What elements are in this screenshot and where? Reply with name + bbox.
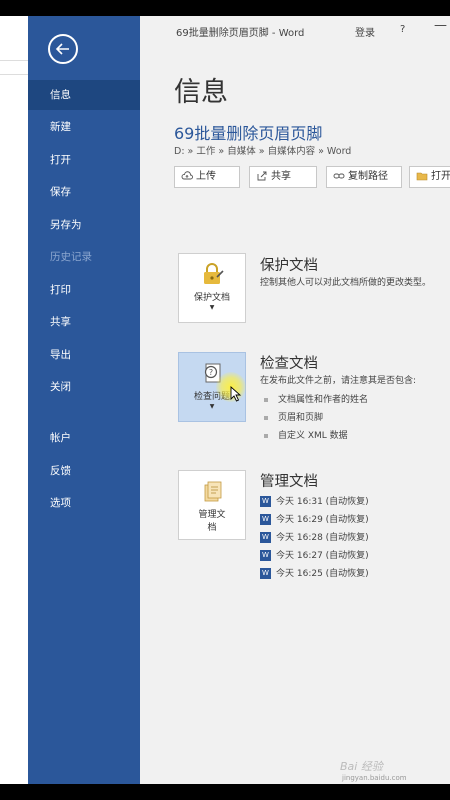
manage-document-tile[interactable]: 管理文 档 bbox=[178, 470, 246, 540]
svg-text:?: ? bbox=[209, 368, 213, 377]
minimize-button[interactable]: — bbox=[434, 18, 447, 33]
nav-save[interactable]: 保存 bbox=[28, 177, 140, 207]
inspect-bullet: 页眉和页脚 bbox=[264, 410, 323, 423]
autosave-version-item[interactable]: W 今天 16:28 (自动恢复) bbox=[260, 530, 369, 543]
inspect-description: 在发布此文件之前，请注意其是否包含: bbox=[260, 376, 417, 386]
inspect-bullet: 自定义 XML 数据 bbox=[264, 428, 348, 441]
manage-heading: 管理文档 bbox=[260, 474, 318, 490]
back-arrow-icon bbox=[55, 43, 69, 55]
top-black-bar bbox=[0, 0, 450, 16]
watermark-url: jingyan.baidu.com bbox=[342, 774, 407, 782]
share-button[interactable]: 共享 bbox=[249, 166, 317, 188]
nav-feedback[interactable]: 反馈 bbox=[28, 456, 140, 486]
doc-edge-line bbox=[0, 60, 28, 61]
word-doc-icon: W bbox=[260, 496, 271, 507]
autosave-version-item[interactable]: W 今天 16:25 (自动恢复) bbox=[260, 566, 369, 579]
word-doc-icon: W bbox=[260, 532, 271, 543]
nav-close[interactable]: 关闭 bbox=[28, 372, 140, 402]
autosave-version-item[interactable]: W 今天 16:29 (自动恢复) bbox=[260, 512, 369, 525]
open-folder-label: 打开 bbox=[431, 171, 450, 182]
copy-path-button[interactable]: 复制路径 bbox=[326, 166, 402, 188]
protect-description: 控制其他人可以对此文档所做的更改类型。 bbox=[260, 278, 432, 288]
nav-account[interactable]: 帐户 bbox=[28, 423, 140, 453]
autosave-version-item[interactable]: W 今天 16:27 (自动恢复) bbox=[260, 548, 369, 561]
copy-path-label: 复制路径 bbox=[348, 171, 388, 182]
nav-save-as[interactable]: 另存为 bbox=[28, 210, 140, 240]
mouse-cursor-icon bbox=[230, 386, 242, 402]
watermark: Bai 经验 bbox=[340, 760, 383, 773]
nav-export[interactable]: 导出 bbox=[28, 340, 140, 370]
upload-button[interactable]: 上传 bbox=[174, 166, 240, 188]
lock-icon bbox=[202, 262, 224, 286]
cloud-upload-icon bbox=[181, 170, 193, 182]
protect-document-tile[interactable]: 保护文档 ▼ bbox=[178, 253, 246, 323]
doc-edge-line bbox=[0, 74, 28, 75]
signin-link[interactable]: 登录 bbox=[355, 24, 375, 39]
word-doc-icon: W bbox=[260, 568, 271, 579]
help-button[interactable]: ? bbox=[400, 24, 405, 35]
inspect-bullet: 文档属性和作者的姓名 bbox=[264, 392, 368, 405]
document-edge bbox=[0, 16, 28, 784]
autosave-version-item[interactable]: W 今天 16:31 (自动恢复) bbox=[260, 494, 369, 507]
dropdown-caret-icon: ▼ bbox=[209, 304, 215, 311]
word-doc-icon: W bbox=[260, 550, 271, 561]
link-icon bbox=[333, 170, 345, 182]
inspect-heading: 检查文档 bbox=[260, 356, 318, 372]
nav-open[interactable]: 打开 bbox=[28, 145, 140, 175]
nav-print[interactable]: 打印 bbox=[28, 275, 140, 305]
share-icon bbox=[256, 170, 268, 182]
share-label: 共享 bbox=[271, 171, 291, 182]
page-title: 信息 bbox=[174, 77, 228, 108]
protect-heading: 保护文档 bbox=[260, 258, 318, 274]
nav-new[interactable]: 新建 bbox=[28, 112, 140, 142]
document-path[interactable]: D: » 工作 » 自媒体 » 自媒体内容 » Word bbox=[174, 143, 351, 157]
folder-icon bbox=[416, 170, 428, 182]
dropdown-caret-icon: ▼ bbox=[209, 403, 215, 410]
backstage-sidebar: 信息 新建 打开 保存 另存为 历史记录 打印 共享 导出 关闭 帐户 反馈 选… bbox=[28, 16, 140, 784]
upload-label: 上传 bbox=[196, 171, 216, 182]
bottom-black-bar bbox=[0, 784, 450, 800]
nav-share[interactable]: 共享 bbox=[28, 307, 140, 337]
word-doc-icon: W bbox=[260, 514, 271, 525]
manage-versions-icon bbox=[202, 479, 224, 503]
back-button[interactable] bbox=[48, 34, 78, 64]
protect-tile-label: 保护文档 bbox=[193, 293, 230, 303]
nav-info[interactable]: 信息 bbox=[28, 80, 140, 110]
document-name: 69批量删除页眉页脚 bbox=[174, 124, 323, 143]
manage-tile-label: 管理文 档 bbox=[198, 510, 226, 533]
info-panel: 69批量删除页眉页脚 - Word 登录 ? — 信息 69批量删除页眉页脚 D… bbox=[140, 16, 450, 784]
window-title: 69批量删除页眉页脚 - Word bbox=[176, 28, 305, 39]
nav-history[interactable]: 历史记录 bbox=[28, 242, 140, 272]
nav-options[interactable]: 选项 bbox=[28, 488, 140, 518]
open-folder-button[interactable]: 打开 bbox=[409, 166, 450, 188]
window-title-bar: 69批量删除页眉页脚 - Word 登录 ? — bbox=[140, 16, 450, 46]
